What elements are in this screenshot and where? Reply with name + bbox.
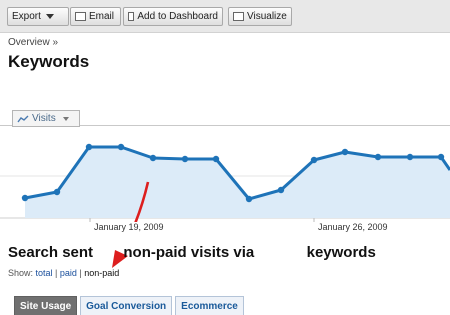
export-label: Export bbox=[12, 11, 41, 22]
visits-point[interactable] bbox=[245, 195, 253, 203]
visits-line-chart bbox=[0, 143, 450, 222]
visits-point[interactable] bbox=[341, 148, 349, 156]
date-label-1: January 19, 2009 bbox=[94, 222, 164, 232]
show-label: Show: bbox=[8, 268, 34, 278]
visits-point[interactable] bbox=[85, 143, 93, 151]
add-to-dashboard-button[interactable]: Add to Dashboard bbox=[123, 7, 223, 26]
tab-goal-conversion[interactable]: Goal Conversion bbox=[80, 296, 173, 315]
section-title: Search sent non-paid visits via keywords bbox=[8, 244, 376, 261]
section-title-part1: Search sent bbox=[8, 244, 94, 261]
show-nonpaid-current[interactable]: non-paid bbox=[84, 268, 119, 278]
toolbar: Export Email Add to Dashboard Visualize bbox=[0, 0, 450, 33]
visits-point[interactable] bbox=[212, 155, 220, 163]
visualize-label: Visualize bbox=[247, 11, 287, 22]
envelope-icon bbox=[75, 12, 86, 21]
email-label: Email bbox=[89, 11, 115, 22]
metric-selector[interactable]: Visits bbox=[12, 110, 80, 127]
visits-point[interactable] bbox=[149, 154, 157, 162]
visualize-button[interactable]: Visualize bbox=[228, 7, 292, 26]
section-title-part3: keywords bbox=[306, 244, 376, 261]
show-total-link[interactable]: total bbox=[36, 268, 53, 278]
email-button[interactable]: Email bbox=[70, 7, 121, 26]
line-chart-icon bbox=[17, 115, 29, 122]
section-title-part2: non-paid visits via bbox=[123, 244, 255, 261]
visits-point[interactable] bbox=[21, 194, 29, 202]
visits-point[interactable] bbox=[374, 153, 382, 161]
visits-point[interactable] bbox=[53, 188, 61, 196]
date-label-2: January 26, 2009 bbox=[318, 222, 388, 232]
tab-site-usage[interactable]: Site Usage bbox=[14, 296, 78, 315]
tab-ecommerce[interactable]: Ecommerce bbox=[175, 296, 244, 315]
export-button[interactable]: Export bbox=[7, 7, 69, 26]
show-filter: Show: total | paid | non-paid bbox=[8, 268, 120, 278]
visits-point[interactable] bbox=[181, 155, 189, 163]
visits-point[interactable] bbox=[117, 143, 125, 151]
visits-point[interactable] bbox=[406, 153, 414, 161]
breadcrumb[interactable]: Overview » bbox=[8, 37, 58, 48]
visits-point[interactable] bbox=[437, 153, 445, 161]
show-paid-link[interactable]: paid bbox=[60, 268, 77, 278]
visits-point[interactable] bbox=[310, 156, 318, 164]
page-title: Keywords bbox=[8, 52, 90, 71]
visualize-icon bbox=[233, 12, 244, 21]
metric-tabs: Site Usage Goal Conversion Ecommerce bbox=[14, 296, 244, 315]
dashboard-label: Add to Dashboard bbox=[137, 11, 218, 22]
dashboard-icon bbox=[128, 12, 135, 21]
chevron-down-icon bbox=[45, 14, 54, 19]
visits-point[interactable] bbox=[277, 186, 285, 194]
chevron-down-icon bbox=[62, 116, 69, 121]
metric-label: Visits bbox=[32, 113, 56, 124]
